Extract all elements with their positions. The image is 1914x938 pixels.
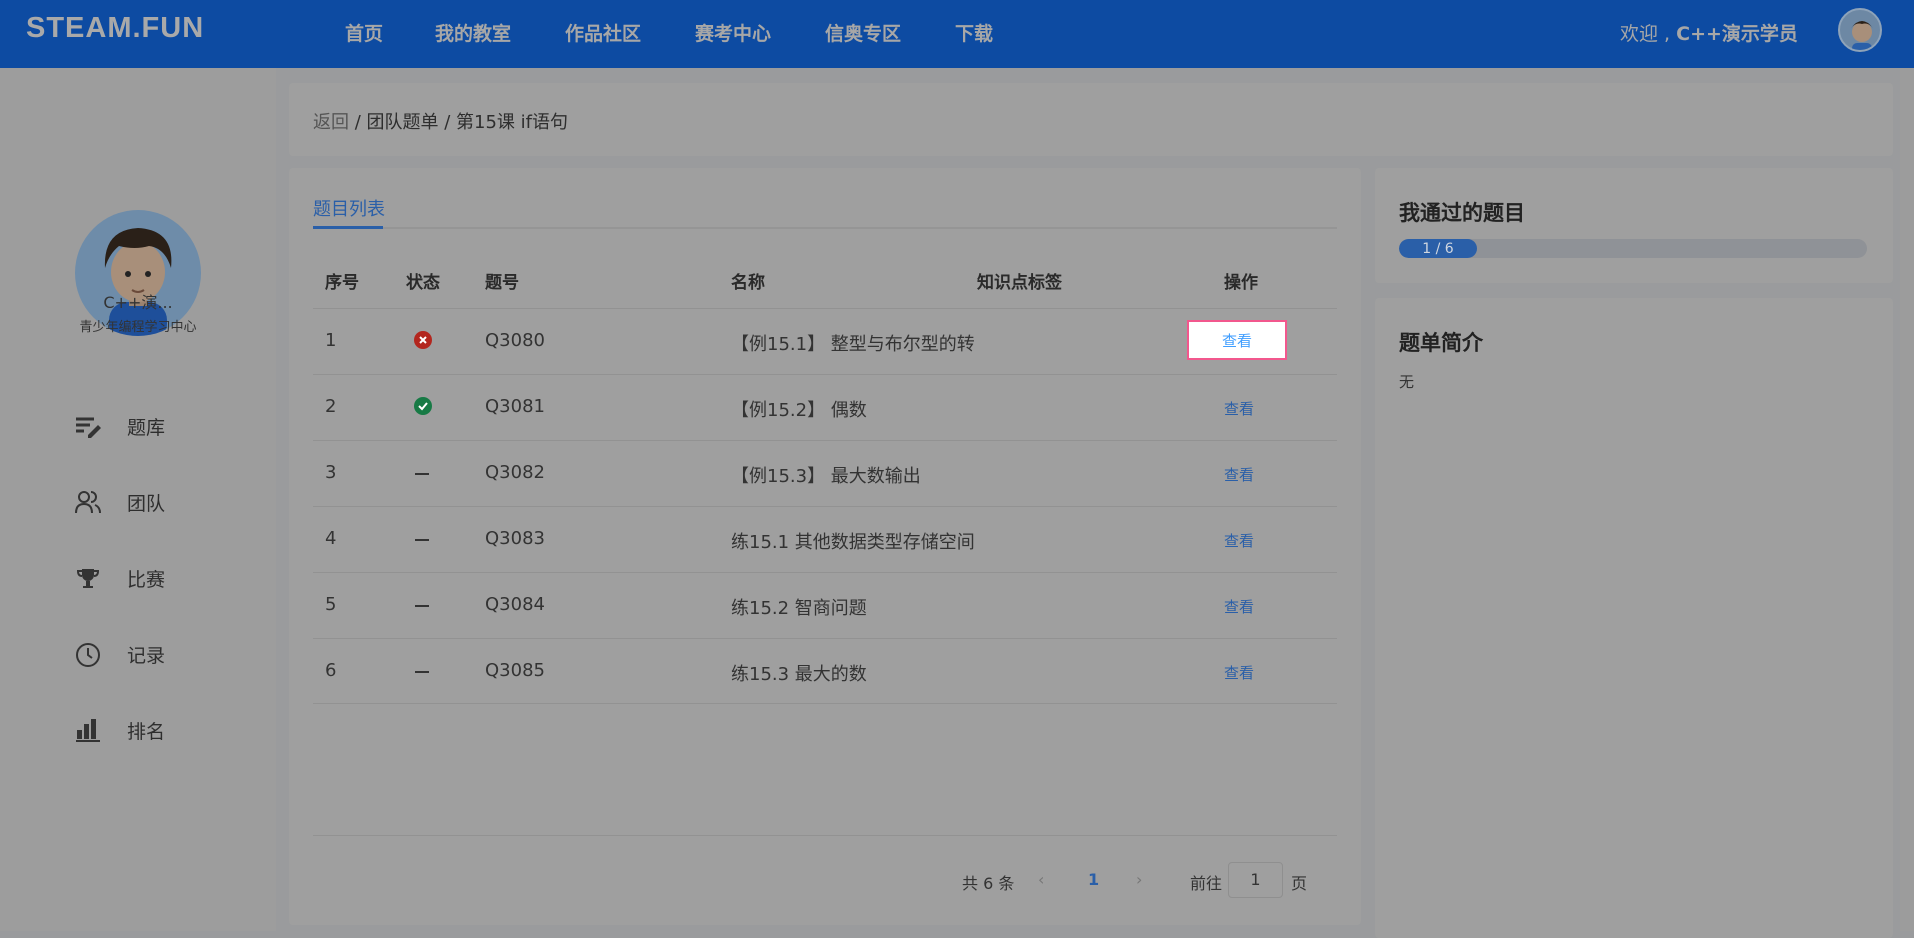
sidebar-item-label: 排名 bbox=[127, 720, 166, 743]
row-problem-name[interactable]: 【例15.2】 偶数 bbox=[731, 396, 867, 422]
not-attempted-icon bbox=[415, 473, 429, 475]
passed-progress-bar: 1 / 6 bbox=[1399, 239, 1867, 258]
row-problem-id: Q3085 bbox=[485, 660, 545, 681]
avatar[interactable] bbox=[1838, 8, 1882, 52]
next-page-button[interactable]: › bbox=[1136, 870, 1142, 889]
row-index: 5 bbox=[325, 594, 337, 615]
pagination-divider bbox=[313, 835, 1337, 836]
sidebar-item-problems[interactable]: 题库 bbox=[74, 406, 254, 446]
failed-icon bbox=[414, 331, 432, 349]
row-problem-name[interactable]: 【例15.1】 整型与布尔型的转 bbox=[731, 330, 975, 356]
row-index: 1 bbox=[325, 330, 337, 351]
sidebar-item-contest[interactable]: 比赛 bbox=[74, 558, 254, 598]
progress-fill: 1 / 6 bbox=[1399, 239, 1477, 258]
row-index: 2 bbox=[325, 396, 337, 417]
logo[interactable]: STEAM.FUN bbox=[26, 12, 204, 45]
breadcrumb-team[interactable]: 团队题单 bbox=[367, 112, 439, 133]
view-button[interactable]: 查看 bbox=[1189, 530, 1289, 551]
row-index: 6 bbox=[325, 660, 337, 681]
not-attempted-icon bbox=[415, 671, 429, 673]
breadcrumb-separator: / bbox=[349, 112, 367, 133]
view-button[interactable]: 查看 bbox=[1189, 464, 1289, 485]
top-header: STEAM.FUN 首页 我的教室 作品社区 赛考中心 信奥专区 下载 欢迎 ,… bbox=[0, 0, 1914, 68]
row-index: 4 bbox=[325, 528, 337, 549]
row-problem-id: Q3083 bbox=[485, 528, 545, 549]
page-number-current[interactable]: 1 bbox=[1088, 870, 1099, 889]
nav-download[interactable]: 下载 bbox=[955, 19, 993, 46]
progress-text: 1 / 6 bbox=[1422, 240, 1454, 257]
row-problem-name[interactable]: 练15.2 智商问题 bbox=[731, 594, 867, 620]
row-problem-id: Q3084 bbox=[485, 594, 545, 615]
tab-problem-list[interactable]: 题目列表 bbox=[313, 195, 385, 221]
nav-exam-center[interactable]: 赛考中心 bbox=[695, 19, 771, 46]
passed-title: 我通过的题目 bbox=[1399, 201, 1525, 225]
nav-olympiad[interactable]: 信奥专区 bbox=[825, 19, 901, 46]
view-button[interactable]: 查看 bbox=[1189, 596, 1289, 617]
sidebar-item-team[interactable]: 团队 bbox=[74, 482, 254, 522]
row-problem-name[interactable]: 练15.3 最大的数 bbox=[731, 660, 867, 686]
tab-divider bbox=[313, 227, 1337, 229]
col-action: 操作 bbox=[1224, 273, 1258, 293]
table-row: 6 Q3085 练15.3 最大的数 查看 bbox=[313, 638, 1337, 704]
sidebar-item-records[interactable]: 记录 bbox=[74, 634, 254, 674]
row-problem-name[interactable]: 练15.1 其他数据类型存储空间 bbox=[731, 528, 975, 554]
breadcrumb-separator: / bbox=[438, 112, 457, 133]
col-status: 状态 bbox=[406, 273, 440, 293]
intro-card bbox=[1375, 298, 1893, 938]
col-id: 题号 bbox=[485, 273, 519, 293]
nav-classroom[interactable]: 我的教室 bbox=[435, 19, 511, 46]
profile-org: 青少年编程学习中心 bbox=[79, 320, 197, 335]
nav-community[interactable]: 作品社区 bbox=[565, 19, 641, 46]
table-row: 4 Q3083 练15.1 其他数据类型存储空间 查看 bbox=[313, 506, 1337, 572]
prev-page-button[interactable]: ‹ bbox=[1038, 870, 1044, 889]
welcome-text: 欢迎 , C++演示学员 bbox=[1620, 19, 1798, 46]
breadcrumb: 返回 / 团队题单 / 第15课 if语句 bbox=[313, 108, 568, 134]
pagination-total: 共 6 条 bbox=[962, 874, 1015, 893]
sidebar-item-label: 记录 bbox=[127, 644, 166, 667]
page-suffix: 页 bbox=[1291, 874, 1308, 893]
col-index: 序号 bbox=[325, 273, 359, 293]
username[interactable]: C++演示学员 bbox=[1676, 23, 1798, 45]
row-problem-id: Q3081 bbox=[485, 396, 545, 417]
users-icon bbox=[75, 491, 101, 514]
profile-name: C++演... bbox=[103, 293, 173, 312]
sidebar: C++演... 青少年编程学习中心 题库 团队 比赛 记录 排名 bbox=[0, 68, 276, 931]
table-bottom-line bbox=[313, 703, 1337, 704]
row-index: 3 bbox=[325, 462, 337, 483]
row-problem-id: Q3080 bbox=[485, 330, 545, 351]
table-row: 1 Q3080 【例15.1】 整型与布尔型的转 查看 bbox=[313, 308, 1337, 374]
sidebar-item-label: 团队 bbox=[127, 492, 166, 515]
view-button[interactable]: 查看 bbox=[1189, 398, 1289, 419]
sidebar-item-ranking[interactable]: 排名 bbox=[74, 710, 254, 750]
not-attempted-icon bbox=[415, 539, 429, 541]
goto-label: 前往 bbox=[1190, 874, 1223, 893]
table-row: 5 Q3084 练15.2 智商问题 查看 bbox=[313, 572, 1337, 638]
welcome-prefix: 欢迎 , bbox=[1620, 23, 1677, 45]
col-tags: 知识点标签 bbox=[977, 273, 1062, 293]
col-name: 名称 bbox=[731, 273, 765, 293]
trophy-icon bbox=[76, 569, 100, 588]
sidebar-item-label: 比赛 bbox=[127, 568, 166, 591]
bar-chart-icon bbox=[76, 719, 100, 742]
intro-text: 无 bbox=[1399, 373, 1415, 391]
list-edit-icon bbox=[76, 417, 101, 438]
back-link[interactable]: 返回 bbox=[313, 112, 349, 133]
view-button[interactable]: 查看 bbox=[1189, 662, 1289, 683]
table-row: 3 Q3082 【例15.3】 最大数输出 查看 bbox=[313, 440, 1337, 506]
sidebar-item-label: 题库 bbox=[127, 416, 166, 439]
passed-icon bbox=[414, 397, 432, 415]
not-attempted-icon bbox=[415, 605, 429, 607]
tab-active-indicator bbox=[313, 226, 383, 229]
row-problem-id: Q3082 bbox=[485, 462, 545, 483]
goto-page-input[interactable]: 1 bbox=[1228, 862, 1283, 898]
breadcrumb-current: 第15课 if语句 bbox=[456, 112, 568, 133]
scrollbar[interactable] bbox=[1900, 68, 1914, 931]
view-button[interactable]: 查看 bbox=[1187, 320, 1287, 360]
nav-home[interactable]: 首页 bbox=[345, 19, 383, 46]
table-row: 2 Q3081 【例15.2】 偶数 查看 bbox=[313, 374, 1337, 440]
clock-icon bbox=[76, 643, 100, 667]
row-problem-name[interactable]: 【例15.3】 最大数输出 bbox=[731, 462, 921, 488]
intro-title: 题单简介 bbox=[1399, 331, 1483, 355]
